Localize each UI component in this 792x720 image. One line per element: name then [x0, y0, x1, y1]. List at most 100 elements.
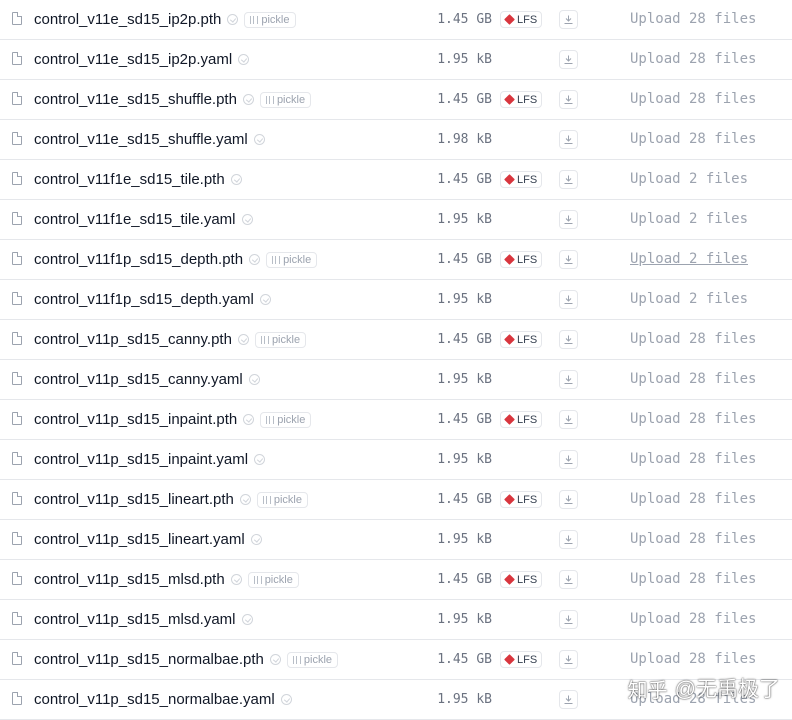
- file-name-link[interactable]: control_v11e_sd15_ip2p.yaml: [34, 51, 232, 68]
- commit-message-link[interactable]: Upload 28 files: [630, 480, 756, 519]
- download-icon: [564, 615, 573, 624]
- file-name-link[interactable]: control_v11e_sd15_shuffle.pth: [34, 91, 237, 108]
- file-name-link[interactable]: control_v11p_sd15_mlsd.pth: [34, 571, 225, 588]
- file-name-link[interactable]: control_v11e_sd15_ip2p.pth: [34, 11, 221, 28]
- file-name-group: control_v11e_sd15_shuffle.pth pickle: [34, 80, 312, 119]
- commit-message-link[interactable]: Upload 2 files: [630, 280, 748, 319]
- commit-message-link[interactable]: Upload 28 files: [630, 360, 756, 399]
- file-name-link[interactable]: control_v11p_sd15_mlsd.yaml: [34, 611, 236, 628]
- download-button[interactable]: [559, 170, 578, 189]
- file-name-link[interactable]: control_v11e_sd15_shuffle.yaml: [34, 131, 248, 148]
- lfs-icon: [504, 494, 515, 505]
- file-row: control_v11p_sd15_lineart.pth pickle 1.4…: [0, 480, 792, 520]
- commit-message-link[interactable]: Upload 2 files: [630, 200, 748, 239]
- file-name-link[interactable]: control_v11f1p_sd15_depth.pth: [34, 251, 243, 268]
- file-row: control_v11p_sd15_mlsd.yaml 1.95 kB Uplo…: [0, 600, 792, 640]
- download-button[interactable]: [559, 130, 578, 149]
- pickle-label: pickle: [277, 413, 306, 426]
- file-name-group: control_v11p_sd15_inpaint.pth pickle: [34, 400, 312, 439]
- file-name-link[interactable]: control_v11p_sd15_canny.yaml: [34, 371, 243, 388]
- file-name-link[interactable]: control_v11f1p_sd15_depth.yaml: [34, 291, 254, 308]
- download-button[interactable]: [559, 10, 578, 29]
- download-button[interactable]: [559, 690, 578, 709]
- commit-message-link[interactable]: Upload 28 files: [630, 600, 756, 639]
- lfs-badge: LFS: [500, 411, 543, 428]
- verified-icon: [280, 694, 292, 705]
- commit-message-link[interactable]: Upload 28 files: [630, 560, 756, 599]
- pickle-badge: pickle: [247, 571, 299, 588]
- verified-icon: [242, 94, 254, 105]
- file-name-link[interactable]: control_v11p_sd15_canny.pth: [34, 331, 232, 348]
- download-button[interactable]: [559, 50, 578, 69]
- watermark-handle: @无禹极了: [674, 678, 780, 701]
- commit-message-link[interactable]: Upload 28 files: [630, 0, 756, 39]
- file-name-group: control_v11f1e_sd15_tile.yaml: [34, 200, 253, 239]
- file-name-link[interactable]: control_v11p_sd15_inpaint.pth: [34, 411, 237, 428]
- lfs-label: LFS: [517, 333, 538, 346]
- download-button[interactable]: [559, 490, 578, 509]
- commit-message-link[interactable]: Upload 28 files: [630, 120, 756, 159]
- file-name-link[interactable]: control_v11p_sd15_inpaint.yaml: [34, 451, 248, 468]
- download-icon: [564, 215, 573, 224]
- file-name-group: control_v11e_sd15_ip2p.yaml: [34, 40, 250, 79]
- file-icon: [12, 292, 22, 305]
- file-name-link[interactable]: control_v11p_sd15_lineart.yaml: [34, 531, 245, 548]
- file-icon: [12, 52, 22, 65]
- download-button[interactable]: [559, 610, 578, 629]
- file-row: control_v11p_sd15_canny.yaml 1.95 kB Upl…: [0, 360, 792, 400]
- download-button[interactable]: [559, 330, 578, 349]
- file-name-group: control_v11f1p_sd15_depth.pth pickle: [34, 240, 318, 279]
- file-size: 1.45 GB: [437, 252, 492, 267]
- lfs-icon: [504, 334, 515, 345]
- commit-message-link[interactable]: Upload 28 files: [630, 440, 756, 479]
- lfs-label: LFS: [517, 253, 538, 266]
- verified-icon: [253, 134, 265, 145]
- file-name-group: control_v11p_sd15_lineart.pth pickle: [34, 480, 308, 519]
- file-name-link[interactable]: control_v11p_sd15_lineart.pth: [34, 491, 234, 508]
- download-button[interactable]: [559, 210, 578, 229]
- lfs-badge: LFS: [500, 251, 543, 268]
- file-name-link[interactable]: control_v11f1e_sd15_tile.pth: [34, 171, 225, 188]
- commit-message-link[interactable]: Upload 2 files: [630, 160, 748, 199]
- download-button[interactable]: [559, 370, 578, 389]
- file-size: 1.95 kB: [437, 52, 492, 67]
- lfs-label: LFS: [517, 13, 538, 26]
- commit-message-link[interactable]: Upload 28 files: [630, 520, 756, 559]
- commit-message-link[interactable]: Upload 28 files: [630, 400, 756, 439]
- verified-icon: [269, 654, 281, 665]
- download-button[interactable]: [559, 90, 578, 109]
- pickle-badge: pickle: [266, 251, 318, 268]
- file-icon: [12, 172, 22, 185]
- commit-message-link[interactable]: Upload 28 files: [630, 80, 756, 119]
- download-icon: [564, 535, 573, 544]
- file-name-link[interactable]: control_v11p_sd15_normalbae.yaml: [34, 691, 275, 708]
- lfs-badge: LFS: [500, 11, 543, 28]
- file-icon: [12, 532, 22, 545]
- file-icon: [12, 412, 22, 425]
- download-button[interactable]: [559, 250, 578, 269]
- file-name-group: control_v11f1e_sd15_tile.pth: [34, 160, 242, 199]
- file-size: 1.95 kB: [437, 692, 492, 707]
- download-button[interactable]: [559, 530, 578, 549]
- download-button[interactable]: [559, 410, 578, 429]
- verified-icon: [227, 14, 239, 25]
- commit-message-link[interactable]: Upload 28 files: [630, 320, 756, 359]
- download-button[interactable]: [559, 650, 578, 669]
- file-name-link[interactable]: control_v11f1e_sd15_tile.yaml: [34, 211, 236, 228]
- download-button[interactable]: [559, 450, 578, 469]
- file-icon: [12, 612, 22, 625]
- file-name-group: control_v11e_sd15_ip2p.pth pickle: [34, 0, 296, 39]
- file-name-link[interactable]: control_v11p_sd15_normalbae.pth: [34, 651, 264, 668]
- watermark-platform: 知乎: [627, 679, 668, 702]
- download-button[interactable]: [559, 570, 578, 589]
- lfs-badge: LFS: [500, 91, 543, 108]
- commit-message-link[interactable]: Upload 28 files: [630, 40, 756, 79]
- file-icon: [12, 692, 22, 705]
- file-icon: [12, 572, 22, 585]
- commit-message-link[interactable]: Upload 2 files: [630, 240, 748, 279]
- pickle-icon: [260, 335, 269, 344]
- download-button[interactable]: [559, 290, 578, 309]
- file-row: control_v11f1e_sd15_tile.yaml 1.95 kB Up…: [0, 200, 792, 240]
- file-size: 1.95 kB: [437, 612, 492, 627]
- verified-icon: [250, 534, 262, 545]
